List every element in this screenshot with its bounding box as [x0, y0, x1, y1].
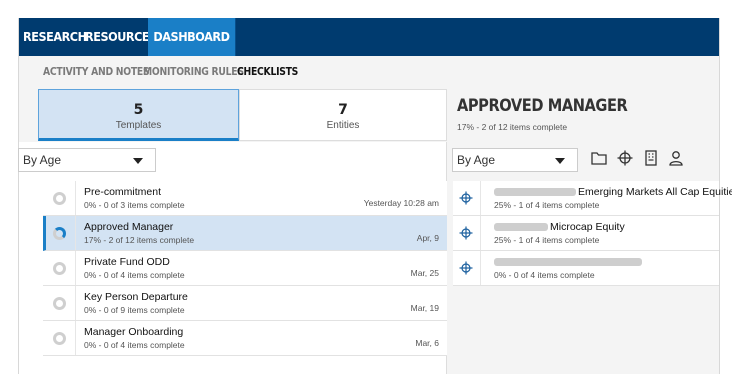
item-progress: 0% - 0 of 4 items complete [84, 270, 185, 280]
crosshair-icon [459, 226, 473, 240]
right-sort-select[interactable]: By Age [452, 148, 578, 172]
entity-list: Emerging Markets All Cap Equities 25% - … [453, 181, 732, 286]
item-title: Approved Manager [84, 221, 174, 233]
list-item[interactable]: Key Person Departure 0% - 0 of 9 items c… [43, 286, 447, 321]
tab-activity-and-notes[interactable]: ACTIVITY AND NOTES [43, 66, 150, 78]
row-divider [480, 181, 481, 215]
item-date: Apr, 9 [416, 233, 439, 243]
item-date: Mar, 6 [415, 338, 439, 348]
progress-ring-icon [53, 297, 66, 310]
tab-checklists[interactable]: CHECKLISTS [237, 66, 298, 78]
crosshair-icon [459, 191, 473, 205]
templates-counter[interactable]: 5 Templates [38, 89, 239, 141]
item-progress: 25% - 1 of 4 items complete [494, 200, 600, 210]
entities-count: 7 [338, 102, 348, 118]
row-divider [75, 286, 76, 320]
item-date: Mar, 25 [410, 268, 439, 278]
item-title-wrap: Microcap Equity [494, 221, 625, 233]
list-item[interactable]: Pre-commitment 0% - 0 of 3 items complet… [43, 181, 447, 216]
progress-ring-icon [53, 262, 66, 275]
item-title: Emerging Markets All Cap Equities [578, 186, 732, 198]
row-divider [75, 181, 76, 215]
list-item[interactable]: Private Fund ODD 0% - 0 of 4 items compl… [43, 251, 447, 286]
item-date: Yesterday 10:28 am [363, 198, 439, 208]
redacted-text [494, 188, 576, 197]
list-item[interactable]: Manager Onboarding 0% - 0 of 4 items com… [43, 321, 447, 356]
chevron-down-icon [555, 158, 565, 164]
nav-research[interactable]: RESEARCH [23, 18, 87, 56]
item-progress: 25% - 1 of 4 items complete [494, 235, 600, 245]
item-title: Pre-commitment [84, 186, 162, 198]
chevron-down-icon [133, 158, 143, 164]
item-title: Manager Onboarding [84, 326, 184, 338]
item-progress: 0% - 0 of 9 items complete [84, 305, 185, 315]
templates-label: Templates [115, 120, 162, 131]
item-title: Private Fund ODD [84, 256, 170, 268]
person-icon[interactable] [667, 149, 685, 167]
item-progress: 0% - 0 of 4 items complete [84, 340, 185, 350]
tab-monitoring-rules[interactable]: MONITORING RULES [143, 66, 244, 78]
item-progress: 17% - 2 of 12 items complete [84, 235, 195, 245]
item-title: Microcap Equity [550, 221, 625, 233]
building-icon[interactable] [642, 149, 660, 167]
template-list: Pre-commitment 0% - 0 of 3 items complet… [43, 181, 447, 356]
list-item[interactable]: Emerging Markets All Cap Equities 25% - … [453, 181, 732, 216]
item-progress: 0% - 0 of 4 items complete [494, 270, 595, 280]
top-navigation: RESEARCH RESOURCES DASHBOARD [19, 18, 719, 56]
row-divider [480, 216, 481, 250]
progress-ring-icon [53, 332, 66, 345]
list-item[interactable]: Microcap Equity 25% - 1 of 4 items compl… [453, 216, 719, 251]
redacted-text [494, 223, 548, 232]
left-sort-value: By Age [23, 153, 62, 167]
row-divider [480, 251, 481, 285]
app-frame: RESEARCH RESOURCES DASHBOARD ACTIVITY AN… [18, 18, 732, 374]
progress-ring-icon [53, 227, 66, 240]
right-sort-value: By Age [457, 153, 496, 167]
entities-counter[interactable]: 7 Entities [239, 89, 447, 141]
item-title-wrap: Emerging Markets All Cap Equities [494, 186, 732, 198]
redacted-text [494, 258, 642, 267]
row-divider [75, 251, 76, 285]
templates-count: 5 [133, 102, 144, 118]
entities-label: Entities [326, 120, 360, 131]
nav-dashboard[interactable]: DASHBOARD [148, 18, 235, 56]
item-title: Key Person Departure [84, 291, 188, 303]
item-title-wrap [494, 256, 644, 268]
nav-resources[interactable]: RESOURCES [85, 18, 157, 56]
list-item-selected[interactable]: Approved Manager 17% - 2 of 12 items com… [43, 216, 447, 251]
list-item[interactable]: 0% - 0 of 4 items complete [453, 251, 719, 286]
checklist-title: APPROVED MANAGER [457, 96, 628, 116]
progress-ring-icon [53, 192, 66, 205]
left-sort-select[interactable]: By Age [18, 148, 156, 172]
crosshair-icon [459, 261, 473, 275]
row-divider [75, 321, 76, 355]
crosshair-icon[interactable] [616, 149, 634, 167]
sub-navigation: ACTIVITY AND NOTES MONITORING RULES CHEC… [19, 56, 719, 88]
folder-icon[interactable] [590, 149, 608, 167]
row-divider [75, 216, 76, 250]
checklist-progress: 17% - 2 of 12 items complete [457, 122, 568, 132]
item-progress: 0% - 0 of 3 items complete [84, 200, 185, 210]
item-date: Mar, 19 [410, 303, 439, 313]
